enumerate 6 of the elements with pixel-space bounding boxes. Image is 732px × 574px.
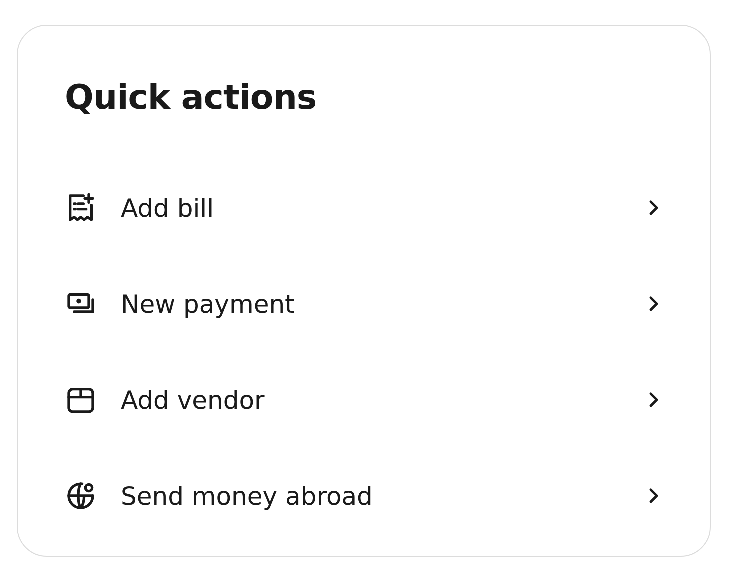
action-link[interactable]: Add vendor <box>121 386 642 414</box>
globe-icon <box>65 480 97 512</box>
card-title: Quick actions <box>65 78 318 118</box>
action-link[interactable]: Send money abroad <box>121 482 642 510</box>
action-link[interactable]: New payment <box>121 290 642 318</box>
action-link[interactable]: Add bill <box>121 194 642 222</box>
